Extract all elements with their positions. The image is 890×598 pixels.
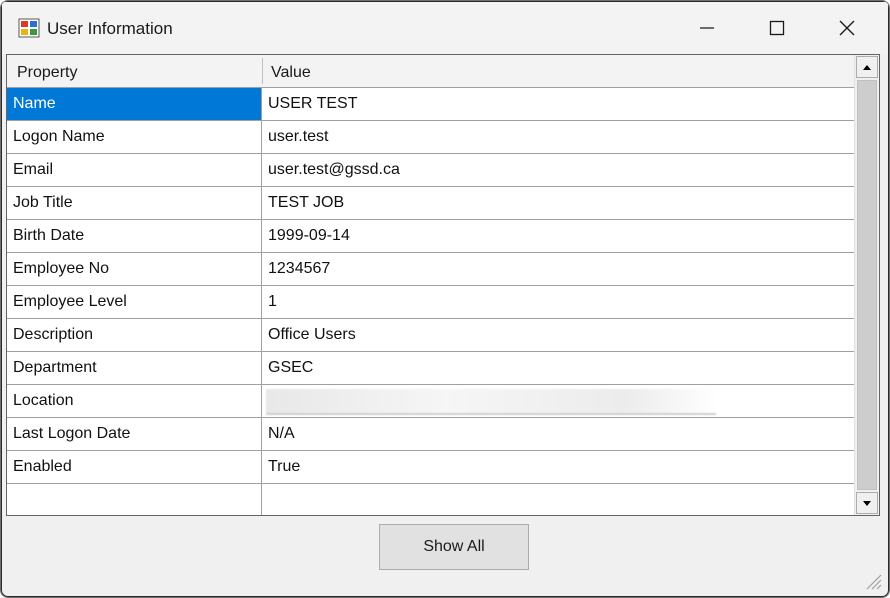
property-cell[interactable]: Job Title bbox=[7, 187, 262, 219]
maximize-icon bbox=[769, 20, 785, 36]
property-cell[interactable]: Email bbox=[7, 154, 262, 186]
scroll-thumb[interactable] bbox=[857, 80, 877, 490]
property-cell[interactable]: Location bbox=[7, 385, 262, 417]
property-cell[interactable]: Birth Date bbox=[7, 220, 262, 252]
minimize-icon bbox=[700, 27, 714, 29]
value-cell[interactable]: GSEC bbox=[263, 352, 854, 384]
grid-row[interactable]: Enabled True bbox=[7, 451, 854, 484]
column-header-property[interactable]: Property bbox=[17, 64, 77, 82]
app-icon bbox=[18, 18, 40, 38]
grid-row[interactable]: Name USER TEST bbox=[7, 88, 854, 121]
value-cell[interactable] bbox=[263, 385, 854, 417]
maximize-button[interactable] bbox=[742, 3, 812, 53]
user-information-window: User Information Property Value Name USER… bbox=[0, 0, 890, 598]
value-cell[interactable]: Office Users bbox=[263, 319, 854, 351]
new-row[interactable] bbox=[7, 484, 854, 515]
grid-row[interactable]: Description Office Users bbox=[7, 319, 854, 352]
grid-row[interactable]: Email user.test@gssd.ca bbox=[7, 154, 854, 187]
window-title: User Information bbox=[47, 19, 173, 38]
property-cell[interactable] bbox=[7, 484, 262, 515]
property-cell[interactable]: Name bbox=[7, 88, 262, 120]
property-grid[interactable]: Property Value Name USER TEST Logon Name u… bbox=[6, 54, 880, 516]
minimize-button[interactable] bbox=[672, 3, 742, 53]
title-bar[interactable]: User Information bbox=[2, 2, 888, 54]
grid-row[interactable]: Employee Level 1 bbox=[7, 286, 854, 319]
grid-rows: Name USER TEST Logon Name user.test Email u… bbox=[7, 88, 854, 515]
property-cell[interactable]: Department bbox=[7, 352, 262, 384]
property-cell[interactable]: Logon Name bbox=[7, 121, 262, 153]
value-cell[interactable]: 1999-09-14 bbox=[263, 220, 854, 252]
value-cell[interactable]: user.test@gssd.ca bbox=[263, 154, 854, 186]
grid-header: Property Value bbox=[7, 55, 854, 88]
value-cell[interactable]: 1234567 bbox=[263, 253, 854, 285]
vertical-scrollbar[interactable] bbox=[854, 55, 879, 515]
value-cell[interactable]: user.test bbox=[263, 121, 854, 153]
column-header-value[interactable]: Value bbox=[271, 64, 311, 82]
scroll-down-button[interactable] bbox=[856, 492, 878, 514]
arrow-down-icon bbox=[863, 501, 871, 506]
grid-row[interactable]: Location bbox=[7, 385, 854, 418]
value-cell[interactable] bbox=[263, 484, 854, 515]
grid-row[interactable]: Logon Name user.test bbox=[7, 121, 854, 154]
redacted-value bbox=[266, 389, 716, 415]
property-cell[interactable]: Employee No bbox=[7, 253, 262, 285]
value-cell[interactable]: True bbox=[263, 451, 854, 483]
value-cell[interactable]: TEST JOB bbox=[263, 187, 854, 219]
column-separator[interactable] bbox=[262, 58, 263, 84]
value-cell[interactable]: USER TEST bbox=[263, 88, 854, 120]
show-all-button[interactable]: Show All bbox=[379, 524, 529, 570]
value-cell[interactable]: N/A bbox=[263, 418, 854, 450]
scroll-up-button[interactable] bbox=[856, 56, 878, 78]
close-icon bbox=[839, 20, 855, 36]
property-cell[interactable]: Enabled bbox=[7, 451, 262, 483]
resize-grip-icon[interactable] bbox=[859, 567, 885, 593]
property-cell[interactable]: Last Logon Date bbox=[7, 418, 262, 450]
grid-row[interactable]: Department GSEC bbox=[7, 352, 854, 385]
grid-row[interactable]: Last Logon Date N/A bbox=[7, 418, 854, 451]
grid-row[interactable]: Job Title TEST JOB bbox=[7, 187, 854, 220]
arrow-up-icon bbox=[863, 65, 871, 70]
value-cell[interactable]: 1 bbox=[263, 286, 854, 318]
close-button[interactable] bbox=[812, 3, 882, 53]
property-cell[interactable]: Employee Level bbox=[7, 286, 262, 318]
grid-row[interactable]: Employee No 1234567 bbox=[7, 253, 854, 286]
grid-row[interactable]: Birth Date 1999-09-14 bbox=[7, 220, 854, 253]
property-cell[interactable]: Description bbox=[7, 319, 262, 351]
